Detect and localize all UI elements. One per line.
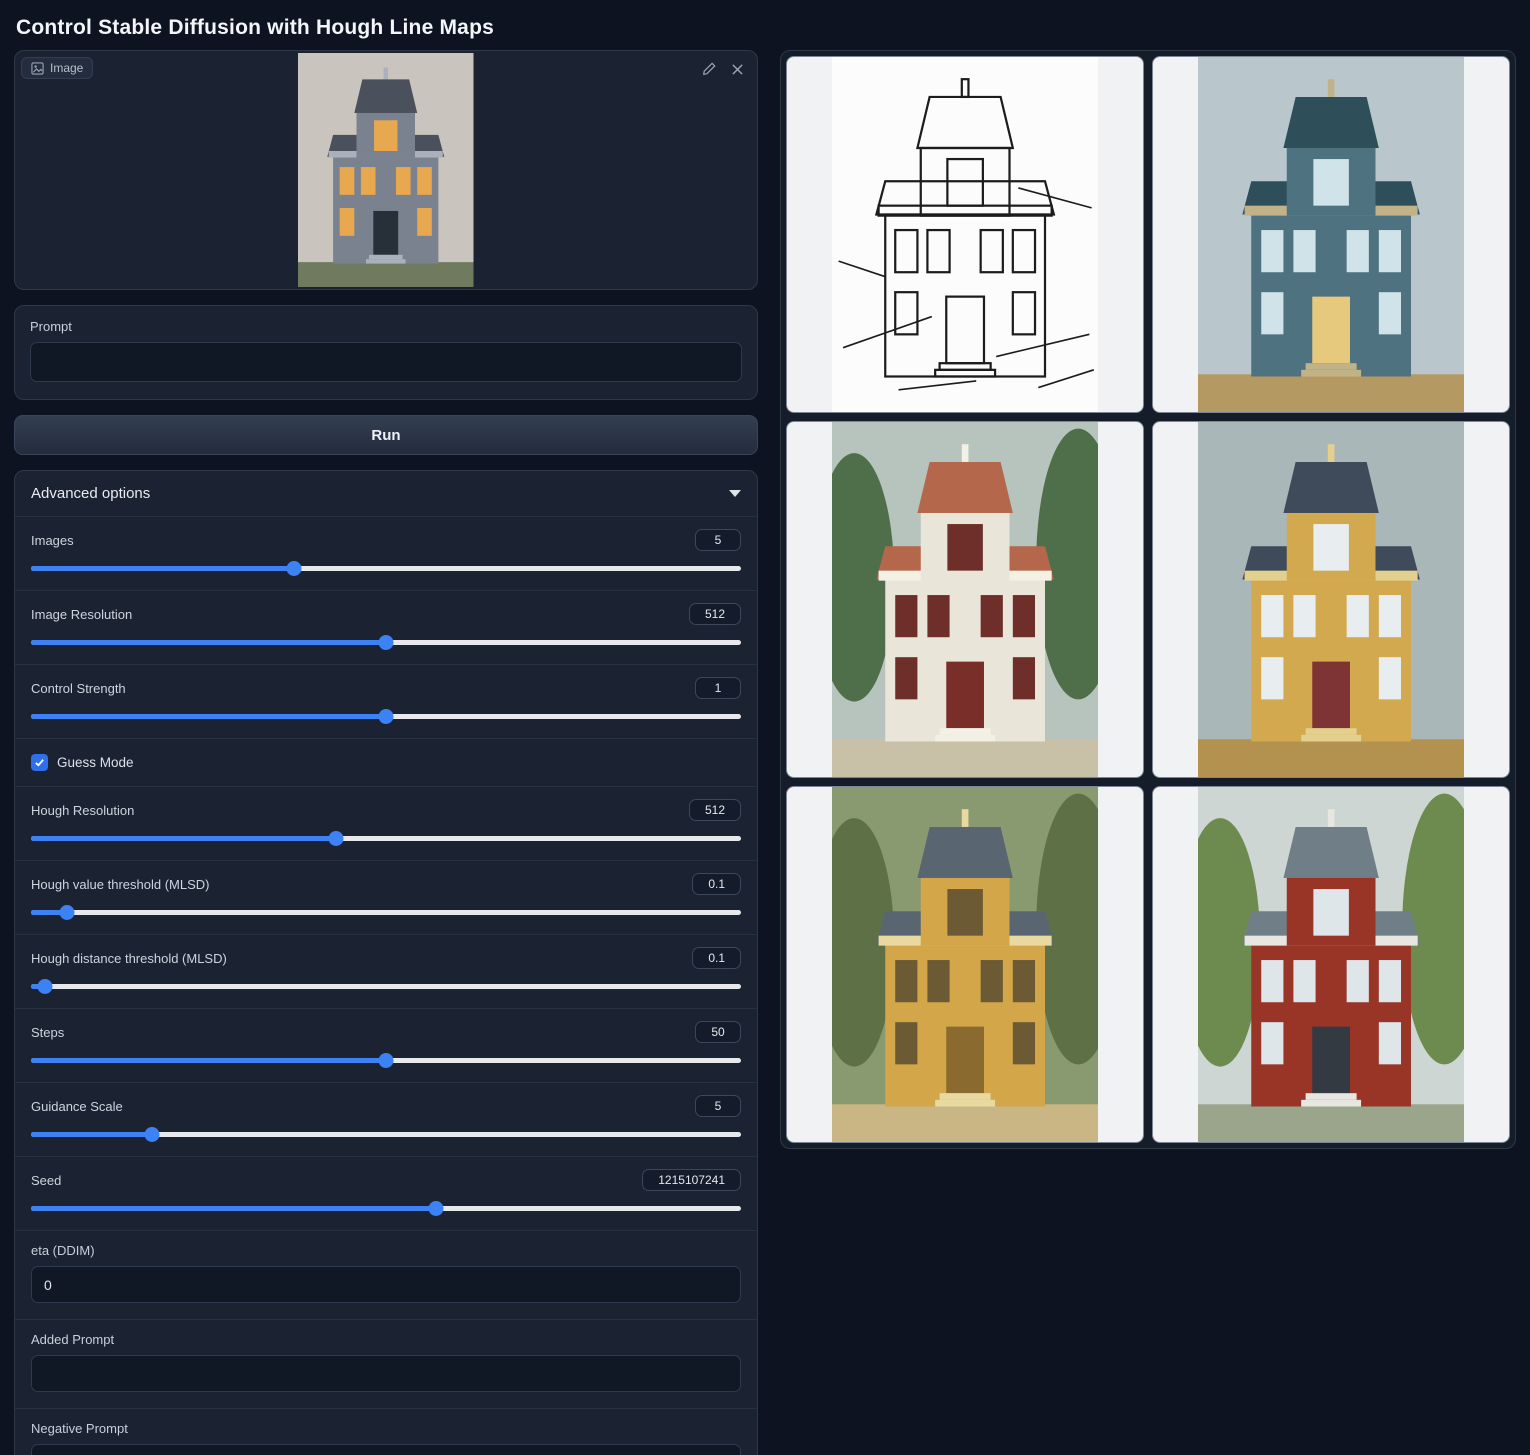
slider-hough-resolution-label: Hough Resolution [31,803,134,818]
slider-control-strength-label: Control Strength [31,681,126,696]
slider-images-value[interactable]: 5 [695,529,741,551]
close-icon [731,63,744,76]
prompt-panel: Prompt [14,305,758,400]
remove-image-button[interactable] [725,57,749,81]
advanced-options-panel: Advanced options Images 5 Ima [14,470,758,1455]
slider-hough-distance-threshold-label: Hough distance threshold (MLSD) [31,951,227,966]
slider-hough-distance-threshold-value[interactable]: 0.1 [692,947,741,969]
image-actions [697,57,749,81]
slider-control-strength-value[interactable]: 1 [695,677,741,699]
generated-image [1198,57,1464,412]
results-column [780,50,1516,1149]
slider-image-resolution-value[interactable]: 512 [689,603,741,625]
slider-handle[interactable] [286,561,301,576]
gallery-item-result-5[interactable] [1152,786,1510,1143]
app-window: Control Stable Diffusion with Hough Line… [0,0,1530,1455]
slider-hough-value-threshold: Hough value threshold (MLSD) 0.1 [15,860,757,934]
slider-images-track[interactable] [31,561,741,576]
advanced-options-title: Advanced options [31,485,150,502]
guess-mode-checkbox[interactable] [31,754,48,771]
slider-control-strength: Control Strength 1 [15,664,757,738]
slider-image-resolution: Image Resolution 512 [15,590,757,664]
slider-image-resolution-track[interactable] [31,635,741,650]
chevron-down-icon [729,490,741,497]
eta-ddim-label: eta (DDIM) [31,1243,741,1258]
slider-steps-label: Steps [31,1025,64,1040]
slider-handle[interactable] [38,979,53,994]
negative-prompt-input[interactable] [31,1444,741,1455]
output-gallery [780,50,1516,1149]
slider-hough-resolution: Hough Resolution 512 [15,786,757,860]
main-columns: Image [0,50,1530,1455]
negative-prompt-label: Negative Prompt [31,1421,741,1436]
slider-guidance-scale-track[interactable] [31,1127,741,1142]
generated-image [832,422,1098,777]
slider-images: Images 5 [15,516,757,590]
added-prompt-input[interactable] [31,1355,741,1392]
guess-mode-label: Guess Mode [57,755,134,770]
slider-handle[interactable] [329,831,344,846]
slider-guidance-scale: Guidance Scale 5 [15,1082,757,1156]
eta-ddim-field: eta (DDIM) [15,1230,757,1319]
gallery-item-result-2[interactable] [786,421,1144,778]
prompt-input[interactable] [30,342,742,382]
slider-seed-label: Seed [31,1173,61,1188]
slider-hough-distance-threshold: Hough distance threshold (MLSD) 0.1 [15,934,757,1008]
slider-images-label: Images [31,533,74,548]
slider-hough-resolution-value[interactable]: 512 [689,799,741,821]
generated-image [832,57,1098,412]
controls-column: Image [14,50,758,1455]
image-label-tab: Image [21,57,93,79]
slider-handle[interactable] [379,1053,394,1068]
slider-handle[interactable] [428,1201,443,1216]
pencil-icon [702,62,716,76]
guess-mode-row[interactable]: Guess Mode [15,738,757,786]
slider-seed: Seed 1215107241 [15,1156,757,1230]
slider-seed-value[interactable]: 1215107241 [642,1169,741,1191]
slider-handle[interactable] [379,635,394,650]
slider-hough-value-threshold-value[interactable]: 0.1 [692,873,741,895]
image-icon [31,62,44,75]
slider-handle[interactable] [59,905,74,920]
added-prompt-field: Added Prompt [15,1319,757,1408]
slider-hough-value-threshold-track[interactable] [31,905,741,920]
slider-handle[interactable] [379,709,394,724]
added-prompt-label: Added Prompt [31,1332,741,1347]
page-title: Control Stable Diffusion with Hough Line… [0,0,1530,50]
generated-image [1198,787,1464,1142]
slider-handle[interactable] [144,1127,159,1142]
slider-seed-track[interactable] [31,1201,741,1216]
slider-guidance-scale-value[interactable]: 5 [695,1095,741,1117]
run-button[interactable]: Run [14,415,758,455]
slider-hough-distance-threshold-track[interactable] [31,979,741,994]
slider-hough-resolution-track[interactable] [31,831,741,846]
gallery-item-result-4[interactable] [786,786,1144,1143]
slider-control-strength-track[interactable] [31,709,741,724]
image-label: Image [50,61,83,75]
eta-ddim-input[interactable] [31,1266,741,1303]
advanced-options-header[interactable]: Advanced options [15,471,757,516]
input-image-panel: Image [14,50,758,290]
edit-image-button[interactable] [697,57,721,81]
gallery-item-result-3[interactable] [1152,421,1510,778]
generated-image [1198,422,1464,777]
prompt-label: Prompt [30,319,742,334]
slider-steps-track[interactable] [31,1053,741,1068]
uploaded-image[interactable] [298,53,474,287]
slider-steps: Steps 50 [15,1008,757,1082]
gallery-item-hough-line-map[interactable] [786,56,1144,413]
slider-guidance-scale-label: Guidance Scale [31,1099,123,1114]
check-icon [34,757,45,768]
generated-image [832,787,1098,1142]
gallery-item-result-1[interactable] [1152,56,1510,413]
slider-steps-value[interactable]: 50 [695,1021,741,1043]
slider-image-resolution-label: Image Resolution [31,607,132,622]
slider-hough-value-threshold-label: Hough value threshold (MLSD) [31,877,209,892]
negative-prompt-field: Negative Prompt [15,1408,757,1455]
